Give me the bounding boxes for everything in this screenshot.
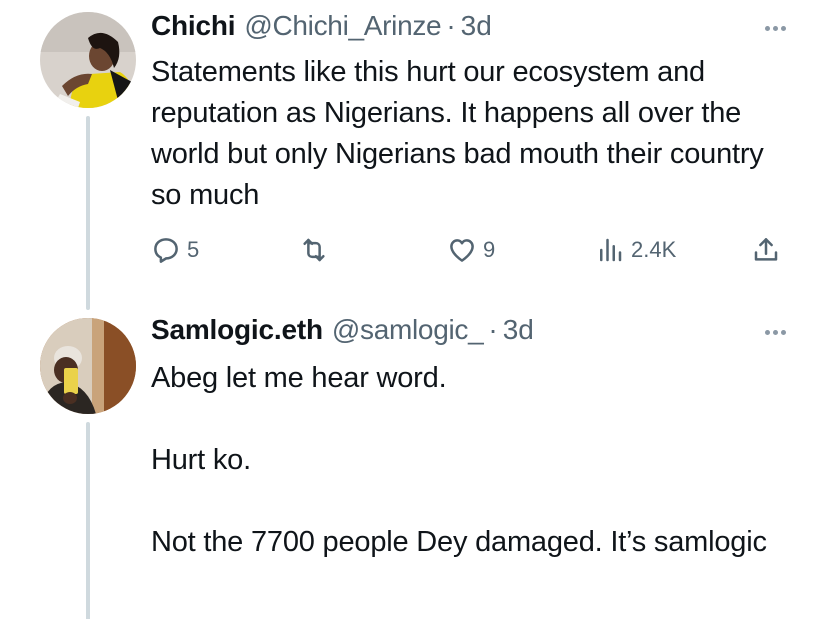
tweet-paragraph: Abeg let me hear word. xyxy=(151,362,447,394)
more-dot xyxy=(773,330,778,335)
reply-button[interactable]: 5 xyxy=(151,230,199,270)
tweet-header: Chichi @Chichi_Arinze · 3d xyxy=(151,10,492,42)
user-handle[interactable]: @samlogic_ xyxy=(332,314,484,346)
tweet-paragraph: Not the 7700 people Dey damaged. It’s sa… xyxy=(151,526,767,558)
separator: · xyxy=(488,314,498,345)
more-icon[interactable] xyxy=(765,26,786,31)
like-button[interactable]: 9 xyxy=(447,230,495,270)
tweet[interactable]: Samlogic.eth @samlogic_ · 3d Abeg let me… xyxy=(0,300,828,619)
views-button[interactable]: 2.4K xyxy=(595,230,676,270)
tweet-actions: 5 9 2.4K xyxy=(151,230,791,270)
more-dot xyxy=(765,26,770,31)
more-icon[interactable] xyxy=(765,330,786,335)
more-dot xyxy=(765,330,770,335)
more-dot xyxy=(781,330,786,335)
tweet-text: Statements like this hurt our ecosystem … xyxy=(151,56,764,211)
avatar[interactable] xyxy=(40,12,136,108)
user-handle[interactable]: @Chichi_Arinze xyxy=(244,10,441,42)
avatar[interactable] xyxy=(40,318,136,414)
retweet-button[interactable] xyxy=(299,230,335,270)
thread-line xyxy=(86,116,90,310)
timestamp[interactable]: 3d xyxy=(461,10,492,42)
share-icon xyxy=(754,238,778,261)
retweet-icon xyxy=(303,238,325,262)
reply-icon xyxy=(154,238,178,263)
display-name[interactable]: Samlogic.eth xyxy=(151,314,323,346)
heart-icon xyxy=(450,239,474,262)
more-dot xyxy=(773,26,778,31)
views-icon xyxy=(600,238,622,262)
tweet[interactable]: Chichi @Chichi_Arinze · 3d Statements li… xyxy=(0,0,828,310)
reply-count: 5 xyxy=(187,237,200,262)
tweet-header: Samlogic.eth @samlogic_ · 3d xyxy=(151,314,534,346)
display-name[interactable]: Chichi xyxy=(151,10,236,42)
like-count: 9 xyxy=(483,237,496,262)
more-dot xyxy=(781,26,786,31)
view-count: 2.4K xyxy=(631,237,677,262)
thread-line xyxy=(86,422,90,619)
share-button[interactable] xyxy=(751,230,781,270)
timestamp[interactable]: 3d xyxy=(503,314,534,346)
separator: · xyxy=(446,10,456,41)
tweet-paragraph: Hurt ko. xyxy=(151,444,251,476)
tweet-text: Abeg let me hear word. Hurt ko. Not the … xyxy=(151,358,791,563)
